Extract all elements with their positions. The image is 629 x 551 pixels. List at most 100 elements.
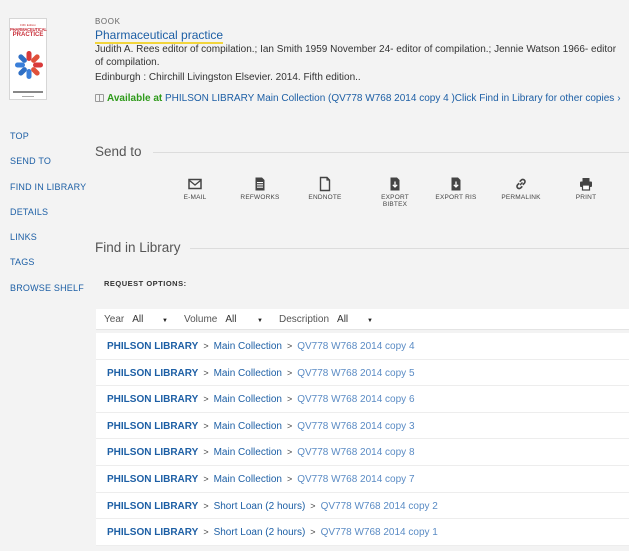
chevron-right-icon: > (203, 527, 209, 538)
availability-line[interactable]: Available at PHILSON LIBRARY Main Collec… (95, 93, 621, 104)
holding-call-number: QV778 W768 2014 copy 4 (297, 341, 415, 352)
holding-collection: Main Collection (213, 394, 282, 406)
holding-row[interactable]: PHILSON LIBRARY > Main Collection > QV778 W7… (96, 359, 629, 387)
holding-row[interactable]: PHILSON LIBRARY > Short Loan (2 hours) > QV7… (96, 519, 629, 546)
holding-row[interactable]: PHILSON LIBRARY > Short Loan (2 hours) > QV7… (96, 492, 629, 520)
record-title[interactable]: Pharmaceutical practice (95, 28, 224, 44)
book-cover-thumbnail[interactable]: Fifth Edition PHARMACEUTICAL PRACTICE (9, 18, 47, 100)
chevron-right-icon: > (203, 420, 209, 431)
email-label: E-MAIL (183, 194, 207, 201)
book-icon (95, 94, 104, 102)
holding-row[interactable]: PHILSON LIBRARY > Main Collection > QV778 W7… (96, 439, 629, 466)
nav-find-in-library[interactable]: FIND IN LIBRARY (10, 181, 86, 206)
holding-library: PHILSON LIBRARY (107, 527, 199, 539)
section-nav: TOP SEND TO FIND IN LIBRARY DETAILS LINK… (10, 130, 86, 307)
year-filter[interactable]: Year All ▼ (104, 314, 168, 325)
holding-call-number: QV778 W768 2014 copy 5 (297, 367, 415, 379)
dropdown-arrow-icon: ▼ (367, 318, 373, 324)
dropdown-arrow-icon: ▼ (162, 318, 168, 324)
dropdown-arrow-icon: ▼ (257, 318, 263, 324)
holdings-list: PHILSON LIBRARY > Main Collection > QV778 W7… (96, 333, 629, 546)
holding-library: PHILSON LIBRARY (107, 447, 199, 459)
chevron-right-icon: > (310, 527, 316, 538)
chevron-right-icon: > (286, 447, 293, 458)
year-filter-label: Year (104, 314, 125, 325)
link-icon (516, 178, 526, 190)
chevron-right-icon: > (286, 394, 293, 405)
holding-row[interactable]: PHILSON LIBRARY > Main Collection > QV778 W7… (96, 412, 629, 440)
chevron-right-icon: > (203, 394, 209, 405)
refworks-button[interactable]: REFWORKS (235, 176, 285, 201)
endnote-button[interactable]: ENDNOTE (300, 176, 350, 201)
nav-send-to[interactable]: SEND TO (10, 155, 86, 180)
holding-row[interactable]: PHILSON LIBRARY > Main Collection > QV778 W7… (96, 465, 629, 493)
document-download-icon (390, 177, 400, 191)
holding-collection: Main Collection (213, 341, 282, 352)
chevron-right-icon: > (286, 420, 293, 431)
chevron-right-icon: > (286, 473, 293, 484)
resource-type: BOOK (95, 17, 121, 26)
chevron-right-icon: > (203, 367, 209, 378)
holding-call-number: QV778 W768 2014 copy 6 (297, 394, 415, 406)
holding-row[interactable]: PHILSON LIBRARY > Main Collection > QV778 W7… (96, 333, 629, 360)
document-lines-icon (255, 177, 265, 191)
holding-library: PHILSON LIBRARY (107, 500, 199, 512)
holding-library: PHILSON LIBRARY (107, 473, 199, 485)
chevron-right-icon: > (203, 341, 209, 351)
holding-call-number: QV778 W768 2014 copy 2 (320, 500, 438, 512)
chevron-right-icon: > (203, 500, 209, 511)
cover-title-line2: PRACTICE (12, 32, 44, 38)
holding-collection: Short Loan (2 hours) (213, 527, 306, 539)
document-icon (319, 176, 331, 192)
description-filter[interactable]: Description All ▼ (279, 314, 373, 325)
chevron-right-icon: > (286, 341, 293, 351)
export-ris-label: EXPORT RIS (435, 194, 477, 201)
holding-call-number: QV778 W768 2014 copy 1 (320, 527, 438, 539)
holding-call-number: QV778 W768 2014 copy 8 (297, 447, 415, 459)
cover-pills-graphic (15, 51, 43, 79)
send-to-divider (153, 152, 629, 153)
chevron-right-icon: > (310, 500, 316, 511)
print-label: PRINT (575, 194, 597, 201)
nav-browse-shelf[interactable]: BROWSE SHELF (10, 282, 86, 307)
record-authors: Judith A. Rees editor of compilation.; I… (95, 44, 617, 68)
refworks-label: REFWORKS (240, 194, 280, 201)
find-in-library-divider (190, 248, 629, 249)
holding-collection: Main Collection (213, 367, 282, 379)
nav-top[interactable]: TOP (10, 130, 86, 155)
cover-authors-line (13, 91, 43, 93)
document-download-icon (451, 177, 461, 191)
nav-links[interactable]: LINKS (10, 231, 86, 256)
email-button[interactable]: E-MAIL (170, 176, 220, 201)
nav-tags[interactable]: TAGS (10, 256, 86, 281)
filter-bar: Year All ▼ Volume All ▼ Description All ▼ (96, 309, 629, 330)
export-bibtex-button[interactable]: EXPORT BIBTEX (370, 176, 420, 208)
holding-collection: Main Collection (213, 473, 282, 485)
holding-collection: Short Loan (2 hours) (213, 500, 306, 512)
find-in-library-heading: Find in Library (95, 240, 181, 255)
cover-publisher-line (22, 96, 34, 97)
holding-row[interactable]: PHILSON LIBRARY > Main Collection > QV778 W7… (96, 386, 629, 413)
volume-filter-value: All (225, 314, 237, 325)
permalink-button[interactable]: PERMALINK (496, 176, 546, 201)
availability-status: Available at (107, 93, 163, 104)
holding-collection: Main Collection (213, 447, 282, 459)
print-button[interactable]: PRINT (561, 176, 611, 201)
holding-library: PHILSON LIBRARY (107, 420, 199, 432)
holding-call-number: QV778 W768 2014 copy 7 (297, 473, 415, 485)
chevron-right-icon: > (203, 447, 209, 458)
export-ris-button[interactable]: EXPORT RIS (431, 176, 481, 201)
holding-call-number: QV778 W768 2014 copy 3 (297, 420, 415, 432)
chevron-right-icon: > (286, 367, 293, 378)
chevron-right-icon: › (617, 93, 621, 104)
endnote-label: ENDNOTE (308, 194, 342, 201)
holding-library: PHILSON LIBRARY (107, 394, 199, 406)
description-filter-value: All (337, 314, 349, 325)
nav-details[interactable]: DETAILS (10, 206, 86, 231)
availability-location[interactable]: PHILSON LIBRARY Main Collection (QV778 W… (165, 93, 614, 104)
printer-icon (580, 178, 592, 191)
export-bibtex-label: EXPORT BIBTEX (381, 194, 409, 208)
permalink-label: PERMALINK (501, 194, 541, 201)
volume-filter-label: Volume (184, 314, 218, 325)
volume-filter[interactable]: Volume All ▼ (184, 314, 263, 325)
